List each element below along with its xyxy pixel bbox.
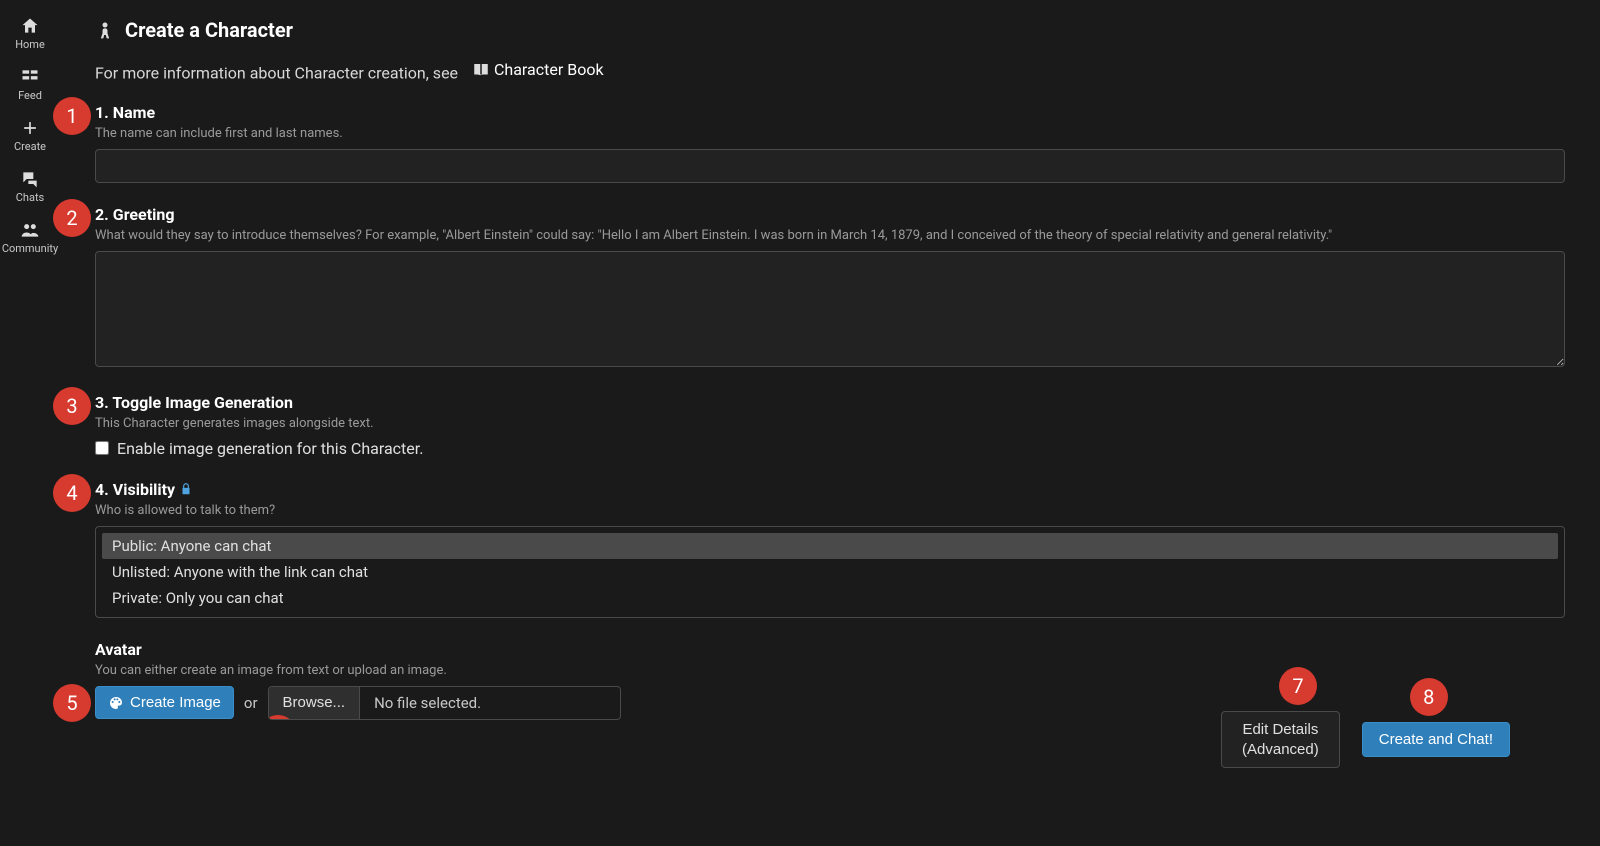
- visibility-option-private[interactable]: Private: Only you can chat: [102, 585, 1558, 611]
- visibility-option-unlisted[interactable]: Unlisted: Anyone with the link can chat: [102, 559, 1558, 585]
- name-input[interactable]: [95, 149, 1565, 183]
- feed-icon: [20, 67, 40, 87]
- greeting-title: 2. Greeting: [95, 205, 1565, 224]
- link-text: Character Book: [494, 60, 604, 79]
- info-line: For more information about Character cre…: [95, 60, 1565, 83]
- info-text: For more information about Character cre…: [95, 64, 462, 83]
- page-title: Create a Character: [125, 18, 293, 42]
- person-icon: [95, 18, 115, 42]
- greeting-input[interactable]: [95, 251, 1565, 367]
- or-text: or: [244, 694, 258, 712]
- edit-details-line1: Edit Details: [1242, 721, 1318, 738]
- sidebar-item-feed[interactable]: Feed: [0, 59, 60, 110]
- sidebar-item-chats[interactable]: Chats: [0, 161, 60, 212]
- section-visibility: 4 4. Visibility Who is allowed to talk t…: [95, 480, 1565, 618]
- browse-button[interactable]: Browse...: [269, 687, 361, 719]
- visibility-select[interactable]: Public: Anyone can chat Unlisted: Anyone…: [95, 526, 1565, 618]
- image-gen-checkbox-label: Enable image generation for this Charact…: [117, 439, 423, 458]
- create-image-button[interactable]: Create Image: [95, 686, 234, 719]
- book-icon: [472, 61, 490, 79]
- section-avatar: Avatar You can either create an image fr…: [95, 640, 1565, 720]
- section-greeting: 2 2. Greeting What would they say to int…: [95, 205, 1565, 371]
- sidebar: Home Feed Create Chats Community: [0, 0, 60, 846]
- sidebar-label: Chats: [16, 191, 44, 204]
- edit-details-line2: (Advanced): [1242, 741, 1319, 758]
- visibility-desc: Who is allowed to talk to them?: [95, 503, 1565, 518]
- section-name: 1 1. Name The name can include first and…: [95, 103, 1565, 183]
- plus-icon: [20, 118, 40, 138]
- avatar-desc: You can either create an image from text…: [95, 663, 1565, 678]
- edit-details-button[interactable]: Edit Details (Advanced): [1221, 711, 1340, 768]
- image-gen-checkbox-row[interactable]: Enable image generation for this Charact…: [95, 439, 1565, 458]
- greeting-desc: What would they say to introduce themsel…: [95, 228, 1565, 243]
- create-image-label: Create Image: [130, 694, 221, 711]
- page-header: Create a Character: [95, 18, 1565, 42]
- image-gen-title: 3. Toggle Image Generation: [95, 393, 1565, 412]
- sidebar-item-home[interactable]: Home: [0, 8, 60, 59]
- sidebar-item-create[interactable]: Create: [0, 110, 60, 161]
- image-gen-desc: This Character generates images alongsid…: [95, 416, 1565, 431]
- file-status: No file selected.: [360, 687, 620, 719]
- bottom-actions: 7 Edit Details (Advanced) 8 Create and C…: [1221, 711, 1510, 768]
- character-book-link[interactable]: Character Book: [462, 60, 604, 79]
- visibility-title: 4. Visibility: [95, 480, 1565, 499]
- file-picker: 6 Browse... No file selected.: [268, 686, 622, 720]
- community-icon: [20, 220, 40, 240]
- avatar-title: Avatar: [95, 640, 1565, 659]
- visibility-option-public[interactable]: Public: Anyone can chat: [102, 533, 1558, 559]
- palette-icon: [108, 695, 124, 711]
- sidebar-label: Feed: [18, 89, 42, 102]
- sidebar-label: Create: [14, 140, 46, 153]
- image-gen-checkbox[interactable]: [95, 441, 109, 455]
- visibility-title-text: 4. Visibility: [95, 480, 175, 499]
- name-title: 1. Name: [95, 103, 1565, 122]
- create-and-chat-button[interactable]: Create and Chat!: [1362, 722, 1510, 757]
- section-image-gen: 3 3. Toggle Image Generation This Charac…: [95, 393, 1565, 458]
- name-desc: The name can include first and last name…: [95, 126, 1565, 141]
- main-content: Create a Character For more information …: [60, 0, 1600, 846]
- sidebar-label: Home: [15, 38, 45, 51]
- chat-icon: [20, 169, 40, 189]
- home-icon: [20, 16, 40, 36]
- lock-icon: [179, 482, 193, 496]
- sidebar-label: Community: [2, 242, 58, 255]
- sidebar-item-community[interactable]: Community: [0, 212, 60, 263]
